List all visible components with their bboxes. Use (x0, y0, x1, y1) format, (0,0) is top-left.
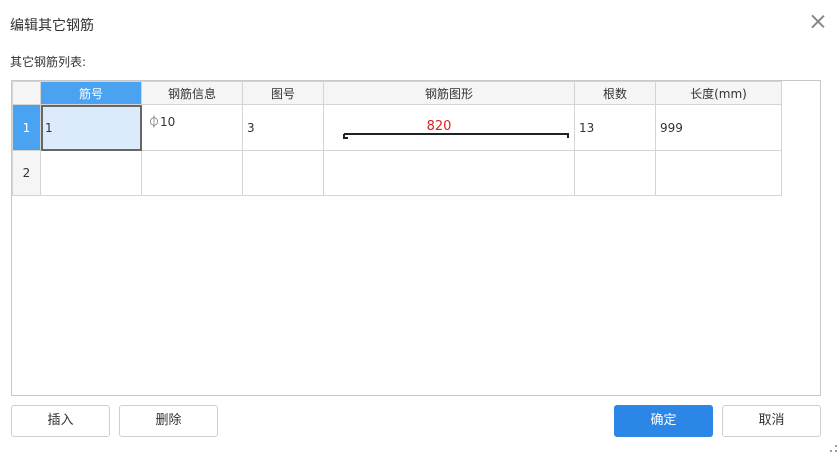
rebar-list-label: 其它钢筋列表: (10, 55, 87, 69)
cell-count[interactable] (574, 150, 656, 196)
cell-shape-no-text: 3 (247, 120, 255, 135)
table-row[interactable]: 1 1 ⏀10 3 820 13 999 (12, 104, 782, 151)
corner-header (12, 81, 41, 105)
ok-button[interactable]: 确定 (614, 405, 713, 437)
cell-rebar-info[interactable] (141, 150, 243, 196)
column-header-bar-no[interactable]: 筋号 (40, 81, 142, 105)
close-icon[interactable] (810, 13, 826, 29)
cell-rebar-info[interactable]: ⏀10 (141, 104, 243, 151)
column-header-count[interactable]: 根数 (574, 81, 656, 105)
rebar-shape-value: 820 (427, 119, 452, 134)
cell-bar-no-text: 1 (45, 120, 53, 135)
cell-count[interactable]: 13 (574, 104, 656, 151)
cell-bar-no[interactable]: 1 (40, 104, 142, 151)
rebar-grid[interactable]: 筋号 钢筋信息 图号 钢筋图形 根数 长度(mm) 1 1 ⏀10 3 820 (11, 80, 821, 396)
column-header-rebar-info[interactable]: 钢筋信息 (141, 81, 243, 105)
row-header[interactable]: 1 (12, 104, 41, 151)
resize-grip-icon[interactable] (830, 445, 838, 453)
column-header-shape[interactable]: 钢筋图形 (323, 81, 575, 105)
cell-bar-no[interactable] (40, 150, 142, 196)
delete-button[interactable]: 删除 (119, 405, 218, 437)
cell-rebar-info-text: ⏀10 (148, 115, 176, 129)
cancel-button[interactable]: 取消 (722, 405, 821, 437)
row-header[interactable]: 2 (12, 150, 41, 196)
cell-shape-no[interactable]: 3 (242, 104, 324, 151)
cell-length-text: 999 (660, 120, 683, 135)
cell-length[interactable]: 999 (655, 104, 782, 151)
cell-length[interactable] (655, 150, 782, 196)
dialog-titlebar: 编辑其它钢筋 (0, 0, 840, 46)
dialog-title: 编辑其它钢筋 (10, 18, 94, 34)
cell-shape[interactable] (323, 150, 575, 196)
insert-button[interactable]: 插入 (11, 405, 110, 437)
cell-shape-no[interactable] (242, 150, 324, 196)
cell-count-text: 13 (579, 120, 595, 135)
table-row[interactable]: 2 (12, 150, 782, 196)
column-header-shape-no[interactable]: 图号 (242, 81, 324, 105)
cell-shape[interactable]: 820 (323, 104, 575, 151)
rebar-shape-drawing: 820 (324, 105, 574, 150)
column-header-length[interactable]: 长度(mm) (655, 81, 782, 105)
